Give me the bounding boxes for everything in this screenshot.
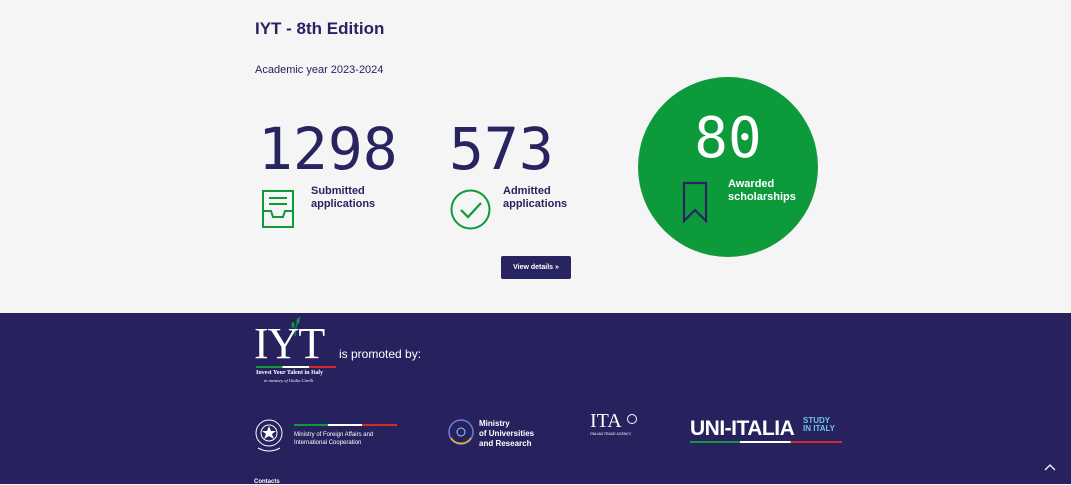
stats-section: IYT - 8th Edition Academic year 2023-202…	[0, 0, 1071, 313]
italian-republic-emblem-icon	[255, 419, 283, 452]
in-italy-word: IN ITALY	[803, 424, 836, 433]
promoted-by-text: is promoted by:	[339, 347, 422, 361]
academic-year: Academic year 2023-2024	[255, 64, 384, 76]
ita-mark: ITA	[590, 410, 622, 432]
italian-flag-stripe	[690, 441, 842, 443]
iyt-memorial: in memory of Giulio Cirelli	[264, 378, 314, 383]
page-title: IYT - 8th Edition	[255, 19, 385, 38]
maeci-name: Ministry of Foreign Affairs and Internat…	[294, 432, 374, 446]
ita-subtitle: ITALIAN TRADE AGENCY	[590, 432, 632, 436]
mur-ring-icon	[448, 419, 474, 445]
uni-italia-study: STUDY IN ITALY	[803, 417, 835, 433]
submitted-count: 1298	[258, 115, 398, 183]
view-details-button[interactable]: View details »	[501, 256, 571, 279]
awarded-circle: 80 Awarded scholarships	[638, 77, 818, 257]
admitted-label: Admitted applications	[503, 185, 568, 210]
mur-line-3: and Research	[479, 439, 532, 448]
partner-uni-italia[interactable]: UNI-ITALIA STUDY IN ITALY	[690, 416, 850, 448]
italian-flag-stripe	[294, 424, 397, 426]
iyt-tagline: Invest Your Talent in Italy	[256, 370, 324, 376]
awarded-count: 80	[694, 106, 762, 171]
footer: IYT Invest Your Talent in Italy in memor…	[0, 313, 1071, 485]
italian-flag-stripe	[256, 366, 336, 368]
iyt-logo[interactable]: IYT Invest Your Talent in Italy in memor…	[254, 316, 339, 386]
partner-mur[interactable]: Ministry of Universities and Research	[447, 418, 557, 453]
submitted-label: Submitted applications	[311, 185, 376, 210]
admitted-count: 573	[449, 115, 554, 183]
partner-maeci[interactable]: Ministry of Foreign Affairs and Internat…	[254, 416, 414, 456]
partner-ita[interactable]: ITA ITALIAN TRADE AGENCY	[590, 411, 660, 451]
mur-line-1: Ministry	[479, 419, 510, 428]
uni-italia-mark: UNI-ITALIA	[690, 417, 795, 440]
iyt-letters: IYT	[254, 319, 325, 368]
mur-line-2: of Universities	[479, 429, 535, 438]
contacts-heading: Contacts	[254, 479, 280, 485]
chevron-up-icon[interactable]	[1041, 458, 1059, 476]
check-circle-icon	[450, 189, 491, 230]
ita-registered-icon	[627, 414, 637, 424]
awarded-label: Awarded scholarships	[728, 178, 796, 203]
bookmark-icon	[682, 181, 708, 223]
inbox-tray-icon	[262, 190, 294, 228]
mur-name: Ministry of Universities and Research	[479, 419, 559, 449]
